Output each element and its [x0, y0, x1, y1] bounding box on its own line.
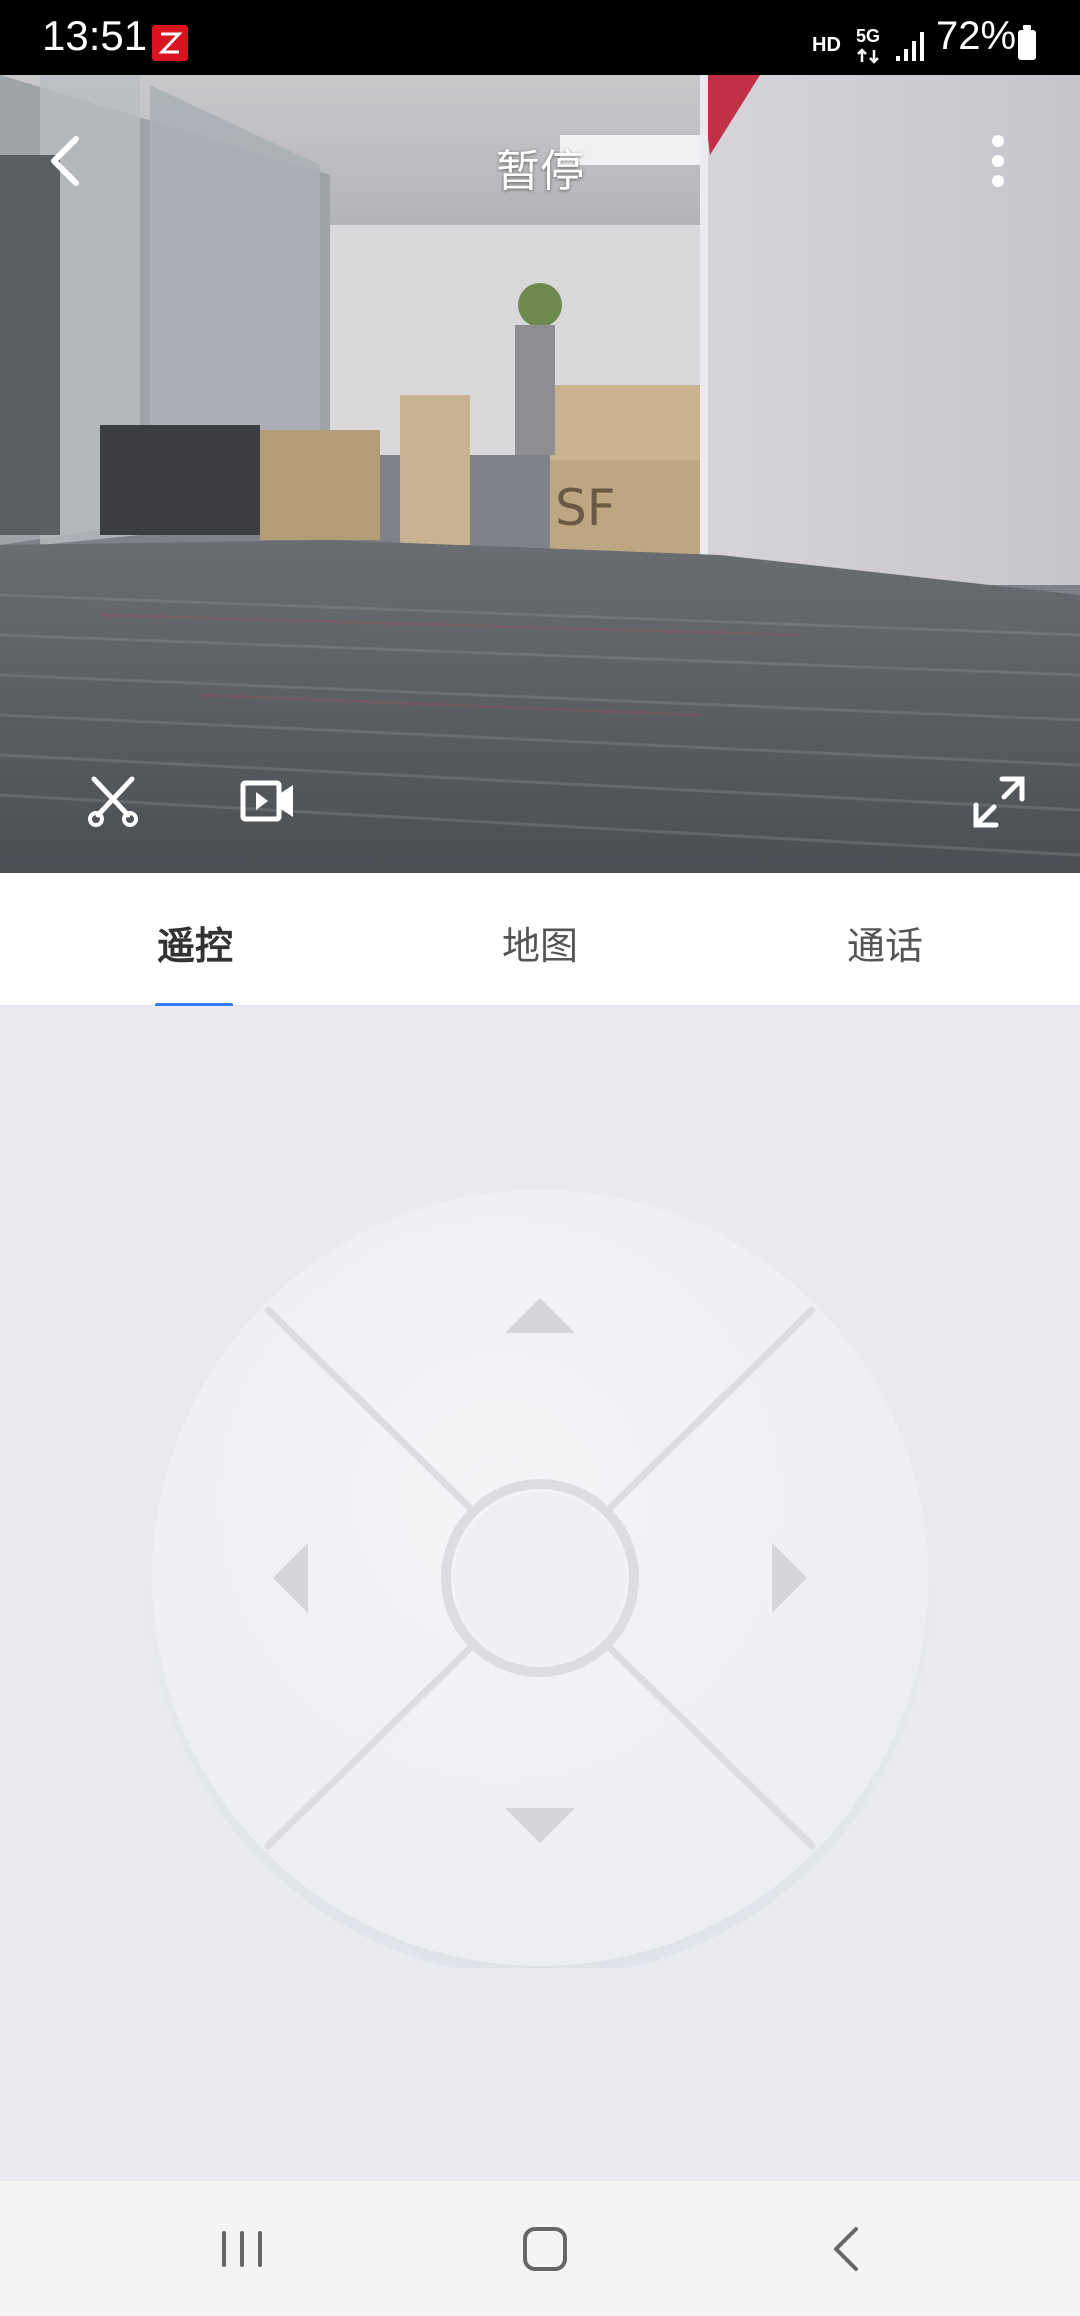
signal-strength-icon	[895, 28, 929, 66]
more-options-button[interactable]	[978, 131, 1018, 191]
tab-call[interactable]: 通话	[735, 873, 1035, 1005]
home-icon	[523, 2227, 567, 2271]
fullscreen-button[interactable]	[972, 775, 1026, 829]
scissors-icon	[88, 776, 138, 827]
record-video-button[interactable]	[240, 777, 296, 825]
triangle-left-icon	[273, 1543, 308, 1613]
triangle-right-icon	[772, 1543, 807, 1613]
tab-bar: 遥控 地图 通话	[0, 873, 1080, 1006]
back-icon	[834, 2227, 858, 2271]
recent-apps-button[interactable]	[202, 2209, 282, 2289]
battery-percent: 72%	[936, 14, 1017, 58]
more-vert-icon	[992, 135, 1004, 187]
battery-icon	[1018, 25, 1036, 60]
hd-indicator: HD	[812, 34, 841, 56]
triangle-down-icon	[505, 1808, 575, 1843]
tab-map[interactable]: 地图	[390, 873, 690, 1005]
home-button[interactable]	[505, 2209, 585, 2289]
video-status-title: 暂停	[496, 146, 584, 197]
fullscreen-icon	[973, 776, 1025, 828]
svg-text:SF: SF	[555, 479, 616, 537]
triangle-up-icon	[505, 1298, 575, 1333]
recent-apps-icon	[222, 2231, 262, 2267]
camera-video-feed: SF 暂停	[0, 75, 1080, 873]
remote-control-panel	[0, 1006, 1080, 2181]
move-right-button[interactable]	[730, 1488, 870, 1668]
system-nav-bar	[0, 2181, 1080, 2316]
move-left-button[interactable]	[210, 1488, 350, 1668]
video-record-icon	[240, 780, 293, 822]
status-time: 13:51	[42, 12, 148, 59]
move-down-button[interactable]	[450, 1758, 630, 1898]
screenshot-button[interactable]	[86, 775, 140, 829]
center-stop-button[interactable]	[454, 1492, 626, 1664]
notification-app-icon	[152, 25, 188, 61]
status-bar: 13:51 HD 5G 72%	[0, 0, 1080, 75]
move-up-button[interactable]	[450, 1268, 630, 1408]
nav-back-button[interactable]	[808, 2209, 888, 2289]
direction-pad	[148, 1188, 932, 1978]
tab-remote-control[interactable]: 遥控	[45, 873, 345, 1005]
